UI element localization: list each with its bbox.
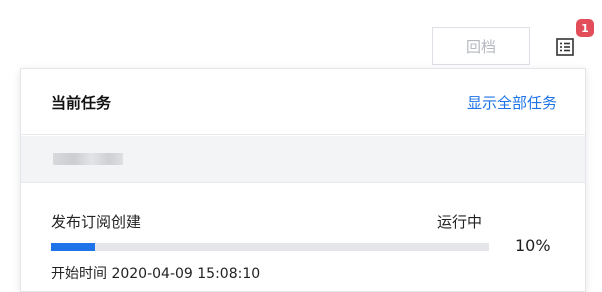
task-progress-bar — [51, 243, 489, 251]
current-tasks-popover: 当前任务 显示全部任务 发布订阅创建 运行中 10% 开始时间 2020-04-… — [20, 68, 586, 292]
show-all-tasks-link[interactable]: 显示全部任务 — [467, 92, 557, 113]
notification-badge: 1 — [576, 19, 594, 37]
page-background — [0, 70, 20, 292]
popover-title: 当前任务 — [51, 94, 112, 112]
task-status: 运行中 — [437, 213, 483, 231]
task-start-time: 开始时间 2020-04-09 15:08:10 — [51, 266, 261, 282]
page-background — [586, 70, 602, 292]
task-progress-percent: 10% — [515, 236, 551, 255]
redacted-instance-name — [53, 153, 123, 165]
task-item: 发布订阅创建 运行中 10% 开始时间 2020-04-09 15:08:10 — [21, 184, 585, 291]
popover-header: 当前任务 显示全部任务 — [21, 69, 585, 135]
restore-button[interactable]: 回档 — [432, 27, 530, 65]
instance-row — [21, 136, 585, 183]
page: 回档 1 当前任务 显示全部任务 发布订阅创建 运行中 10% 开始时间 202… — [0, 0, 602, 292]
task-list-icon — [556, 38, 574, 56]
task-progress-fill — [51, 243, 95, 251]
task-name: 发布订阅创建 — [51, 213, 142, 231]
